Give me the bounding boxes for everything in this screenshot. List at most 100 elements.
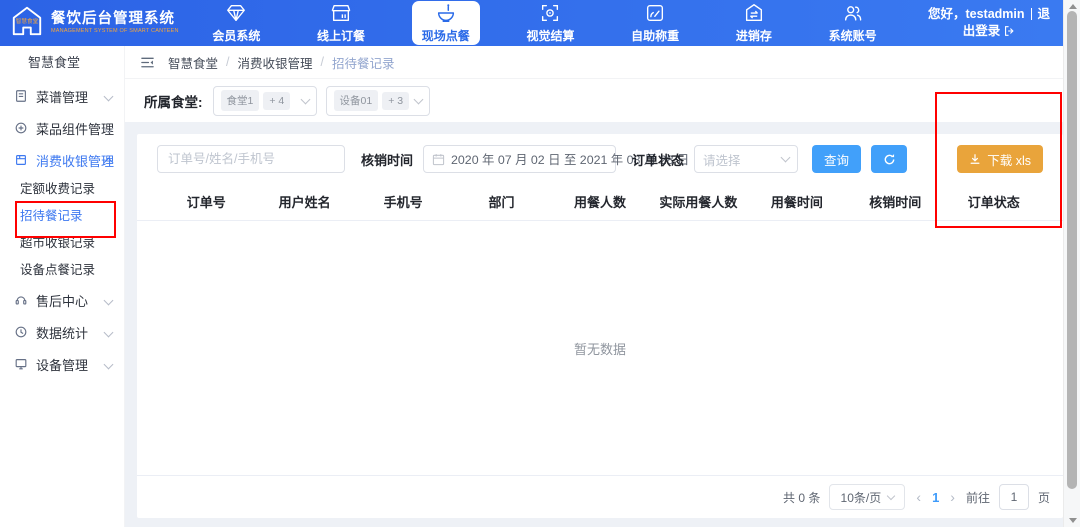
sidebar-item-device-management[interactable]: 设备管理 bbox=[0, 348, 124, 380]
canteen-filter-bar: 所属食堂: 食堂1 + 4 设备01 + 3 bbox=[125, 79, 1063, 122]
current-page-number[interactable]: 1 bbox=[932, 490, 939, 505]
page-size-value: 10条/页 bbox=[841, 489, 882, 506]
date-range-picker[interactable]: 2020 年 07 月 02 日 至 2021 年 08 月 28 日 bbox=[423, 145, 616, 173]
next-page-button[interactable]: › bbox=[948, 489, 957, 505]
sidebar-item-reception-meal-records[interactable]: 招待餐记录 bbox=[0, 203, 124, 230]
sidebar-item-recipe-management[interactable]: 菜谱管理 bbox=[0, 80, 124, 112]
menu-fold-icon[interactable] bbox=[140, 55, 155, 70]
records-card: 核销时间 2020 年 07 月 02 日 至 2021 年 08 月 28 日… bbox=[137, 134, 1063, 518]
nav-label: 进销存 bbox=[736, 27, 772, 44]
scrollbar-thumb[interactable] bbox=[1067, 11, 1077, 489]
device-multiselect[interactable]: 设备01 + 3 bbox=[326, 86, 430, 116]
nav-label: 现场点餐 bbox=[422, 27, 470, 44]
chevron-down-icon bbox=[887, 492, 895, 500]
table-header-row: 订单号 用户姓名 手机号 部门 用餐人数 实际用餐人数 用餐时间 核销时间 订单… bbox=[137, 182, 1063, 221]
app-root: 智慧食堂 餐饮后台管理系统 MANAGEMENT SYSTEM OF SMART… bbox=[0, 0, 1080, 527]
nav-label: 线上订餐 bbox=[317, 27, 365, 44]
app-subtitle: MANAGEMENT SYSTEM OF SMART CANTEEN bbox=[51, 28, 179, 34]
storefront-icon bbox=[330, 2, 352, 24]
refresh-icon bbox=[883, 153, 896, 166]
goto-label: 前往 bbox=[966, 489, 990, 506]
chevron-down-icon bbox=[300, 94, 310, 104]
sidebar-item-label: 数据统计 bbox=[36, 323, 88, 342]
sidebar-item-supermarket-cashier-records[interactable]: 超市收银记录 bbox=[0, 230, 124, 257]
search-input[interactable] bbox=[157, 145, 345, 173]
user-greeting: 您好，testadmin bbox=[928, 7, 1025, 21]
chevron-down-icon bbox=[781, 153, 791, 163]
search-toolbar: 核销时间 2020 年 07 月 02 日 至 2021 年 08 月 28 日… bbox=[137, 134, 1063, 173]
column-order-no: 订单号 bbox=[157, 192, 255, 211]
nav-self-weighing[interactable]: 自助称重 bbox=[621, 1, 689, 45]
sidebar: 智慧食堂 菜谱管理 菜品组件管理 bbox=[0, 46, 125, 527]
page-size-select[interactable]: 10条/页 bbox=[829, 484, 905, 510]
breadcrumb-item[interactable]: 智慧食堂 bbox=[168, 53, 218, 72]
column-user-name: 用户姓名 bbox=[255, 192, 353, 211]
app-title: 餐饮后台管理系统 bbox=[51, 11, 190, 28]
brand-logo: 智慧食堂 餐饮后台管理系统 MANAGEMENT SYSTEM OF SMART… bbox=[10, 4, 178, 43]
scroll-up-arrow-icon[interactable] bbox=[1069, 4, 1077, 9]
download-icon bbox=[969, 153, 981, 165]
canteen-multiselect[interactable]: 食堂1 + 4 bbox=[213, 86, 317, 116]
selected-tag: 食堂1 bbox=[221, 90, 260, 111]
dine-in-icon bbox=[435, 2, 457, 24]
sidebar-item-dish-components[interactable]: 菜品组件管理 bbox=[0, 112, 124, 144]
sidebar-root-title: 智慧食堂 bbox=[0, 46, 124, 80]
column-department: 部门 bbox=[452, 192, 550, 211]
breadcrumb: 智慧食堂 / 消费收银管理 / 招待餐记录 bbox=[168, 53, 395, 72]
column-verify-time: 核销时间 bbox=[846, 192, 944, 211]
device-icon bbox=[14, 357, 28, 371]
goto-page-input[interactable] bbox=[999, 484, 1029, 510]
sidebar-item-label: 菜谱管理 bbox=[36, 87, 88, 106]
breadcrumb-item[interactable]: 消费收银管理 bbox=[238, 53, 313, 72]
top-navigation: 会员系统 线上订餐 现场点餐 bbox=[184, 0, 905, 46]
scroll-down-arrow-icon[interactable] bbox=[1069, 518, 1077, 523]
divider bbox=[1031, 8, 1032, 20]
breadcrumb-current: 招待餐记录 bbox=[332, 53, 395, 72]
sidebar-item-fixed-fee-records[interactable]: 定额收费记录 bbox=[0, 176, 124, 203]
nav-vision-checkout[interactable]: 视觉结算 bbox=[516, 1, 584, 45]
more-count-tag: + 3 bbox=[382, 92, 409, 110]
prev-page-button[interactable]: ‹ bbox=[914, 489, 923, 505]
column-diner-count: 用餐人数 bbox=[551, 192, 649, 211]
column-phone: 手机号 bbox=[354, 192, 452, 211]
download-xls-button[interactable]: 下载 xls bbox=[957, 145, 1043, 173]
table-body: 暂无数据 bbox=[137, 221, 1063, 476]
recipe-icon bbox=[14, 89, 28, 103]
nav-label: 会员系统 bbox=[212, 27, 260, 44]
sidebar-item-cashier-management[interactable]: 消费收银管理 bbox=[0, 144, 124, 176]
chevron-down-icon bbox=[104, 296, 114, 306]
statistics-icon bbox=[14, 325, 28, 339]
breadcrumb-bar: 智慧食堂 / 消费收银管理 / 招待餐记录 bbox=[125, 46, 1063, 79]
chevron-down-icon bbox=[413, 94, 423, 104]
nav-onsite-ordering[interactable]: 现场点餐 bbox=[412, 1, 480, 45]
cashier-icon bbox=[14, 153, 28, 167]
verify-time-label: 核销时间 bbox=[361, 150, 413, 169]
scale-icon bbox=[644, 2, 666, 24]
selected-tag: 设备01 bbox=[334, 90, 379, 111]
query-button[interactable]: 查询 bbox=[812, 145, 861, 173]
pagination: 共 0 条 10条/页 ‹ 1 › 前往 页 bbox=[137, 476, 1063, 518]
nav-label: 视觉结算 bbox=[526, 27, 574, 44]
aftersales-icon bbox=[14, 293, 28, 307]
sidebar-submenu-cashier: 定额收费记录 招待餐记录 超市收银记录 设备点餐记录 bbox=[0, 176, 124, 284]
sidebar-item-device-ordering-records[interactable]: 设备点餐记录 bbox=[0, 257, 124, 284]
nav-member-system[interactable]: 会员系统 bbox=[202, 1, 270, 45]
nav-label: 自助称重 bbox=[631, 27, 679, 44]
logout-icon bbox=[1000, 24, 1015, 38]
user-info: 您好，testadmin退出登录 bbox=[923, 6, 1055, 40]
refresh-button[interactable] bbox=[871, 145, 907, 173]
nav-system-accounts[interactable]: 系统账号 bbox=[819, 1, 887, 45]
chevron-down-icon bbox=[104, 328, 114, 338]
canteen-filter-label: 所属食堂: bbox=[144, 91, 203, 111]
sidebar-item-aftersales-center[interactable]: 售后中心 bbox=[0, 284, 124, 316]
gem-icon bbox=[225, 2, 247, 24]
main-content: 智慧食堂 / 消费收银管理 / 招待餐记录 所属食堂: 食堂1 + 4 设备01… bbox=[125, 46, 1063, 527]
sidebar-item-data-statistics[interactable]: 数据统计 bbox=[0, 316, 124, 348]
nav-online-ordering[interactable]: 线上订餐 bbox=[307, 1, 375, 45]
order-status-select[interactable]: 请选择 bbox=[694, 145, 798, 173]
calendar-icon bbox=[432, 153, 445, 166]
smart-canteen-logo-icon: 智慧食堂 bbox=[10, 4, 44, 43]
sidebar-item-label: 消费收银管理 bbox=[36, 151, 114, 170]
nav-inventory[interactable]: 进销存 bbox=[726, 1, 782, 45]
page-unit-label: 页 bbox=[1038, 489, 1050, 506]
